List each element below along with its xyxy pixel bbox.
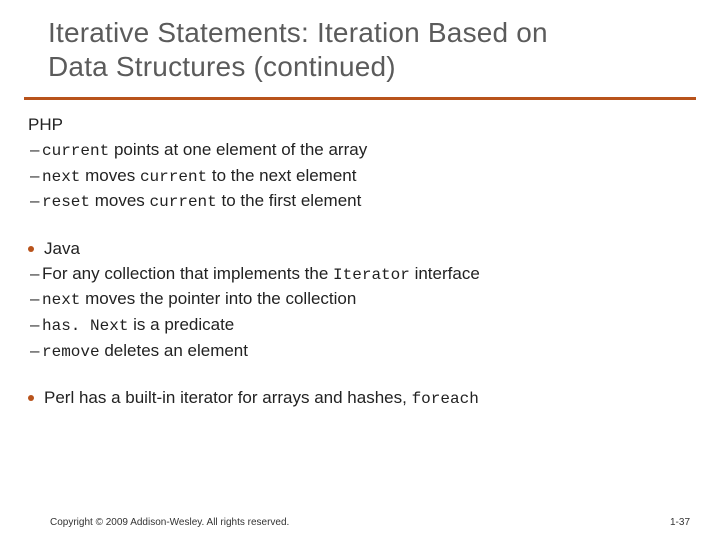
text: to the next element <box>207 166 356 185</box>
php-item-1-text: current points at one element of the arr… <box>42 139 692 163</box>
page-title: Iterative Statements: Iteration Based on… <box>48 16 680 83</box>
java-item-1: – For any collection that implements the… <box>28 263 692 287</box>
java-item-1-text: For any collection that implements the I… <box>42 263 692 287</box>
php-item-1: – current points at one element of the a… <box>28 139 692 163</box>
title-block: Iterative Statements: Iteration Based on… <box>0 0 720 91</box>
page-number: 1-37 <box>670 517 690 528</box>
code-remove: remove <box>42 343 100 361</box>
text: moves <box>80 166 140 185</box>
code-current: current <box>42 142 109 160</box>
bullet-perl: Perl has a built-in iterator for arrays … <box>28 387 692 411</box>
text: moves <box>90 191 150 210</box>
perl-text: Perl has a built-in iterator for arrays … <box>44 387 692 411</box>
text: moves the pointer into the collection <box>80 289 356 308</box>
code-hasnext: has. Next <box>42 317 128 335</box>
java-item-2-text: next moves the pointer into the collecti… <box>42 288 692 312</box>
dash-icon: – <box>30 314 42 337</box>
text: to the first element <box>217 191 362 210</box>
php-heading: PHP <box>22 114 692 137</box>
php-item-3: – reset moves current to the first eleme… <box>28 190 692 214</box>
title-line-2: Data Structures (continued) <box>48 51 396 82</box>
java-item-4-text: remove deletes an element <box>42 340 692 364</box>
dash-icon: – <box>30 190 42 213</box>
code-current: current <box>150 193 217 211</box>
dash-icon: – <box>30 165 42 188</box>
title-line-1: Iterative Statements: Iteration Based on <box>48 17 548 48</box>
java-heading: Java <box>44 238 692 261</box>
dash-icon: – <box>30 139 42 162</box>
code-next: next <box>42 291 80 309</box>
slide: Iterative Statements: Iteration Based on… <box>0 0 720 540</box>
code-iterator: Iterator <box>333 266 410 284</box>
dash-icon: – <box>30 288 42 311</box>
php-item-3-text: reset moves current to the first element <box>42 190 692 214</box>
text: For any collection that implements the <box>42 264 333 283</box>
text: deletes an element <box>100 341 248 360</box>
java-item-4: – remove deletes an element <box>28 340 692 364</box>
text: points at one element of the array <box>109 140 367 159</box>
php-item-2-text: next moves current to the next element <box>42 165 692 189</box>
code-foreach: foreach <box>412 390 479 408</box>
bullet-icon <box>28 395 34 401</box>
body: PHP – current points at one element of t… <box>0 100 720 411</box>
code-next: next <box>42 168 80 186</box>
text: is a predicate <box>128 315 234 334</box>
code-current: current <box>140 168 207 186</box>
java-item-2: – next moves the pointer into the collec… <box>28 288 692 312</box>
bullet-icon <box>28 246 34 252</box>
java-item-3: – has. Next is a predicate <box>28 314 692 338</box>
php-item-2: – next moves current to the next element <box>28 165 692 189</box>
footer: Copyright © 2009 Addison-Wesley. All rig… <box>50 517 690 528</box>
copyright: Copyright © 2009 Addison-Wesley. All rig… <box>50 517 289 528</box>
text: Perl has a built-in iterator for arrays … <box>44 388 412 407</box>
dash-icon: – <box>30 340 42 363</box>
bullet-php: PHP <box>22 114 692 137</box>
java-item-3-text: has. Next is a predicate <box>42 314 692 338</box>
code-reset: reset <box>42 193 90 211</box>
text: interface <box>410 264 480 283</box>
bullet-java: Java <box>28 238 692 261</box>
dash-icon: – <box>30 263 42 286</box>
